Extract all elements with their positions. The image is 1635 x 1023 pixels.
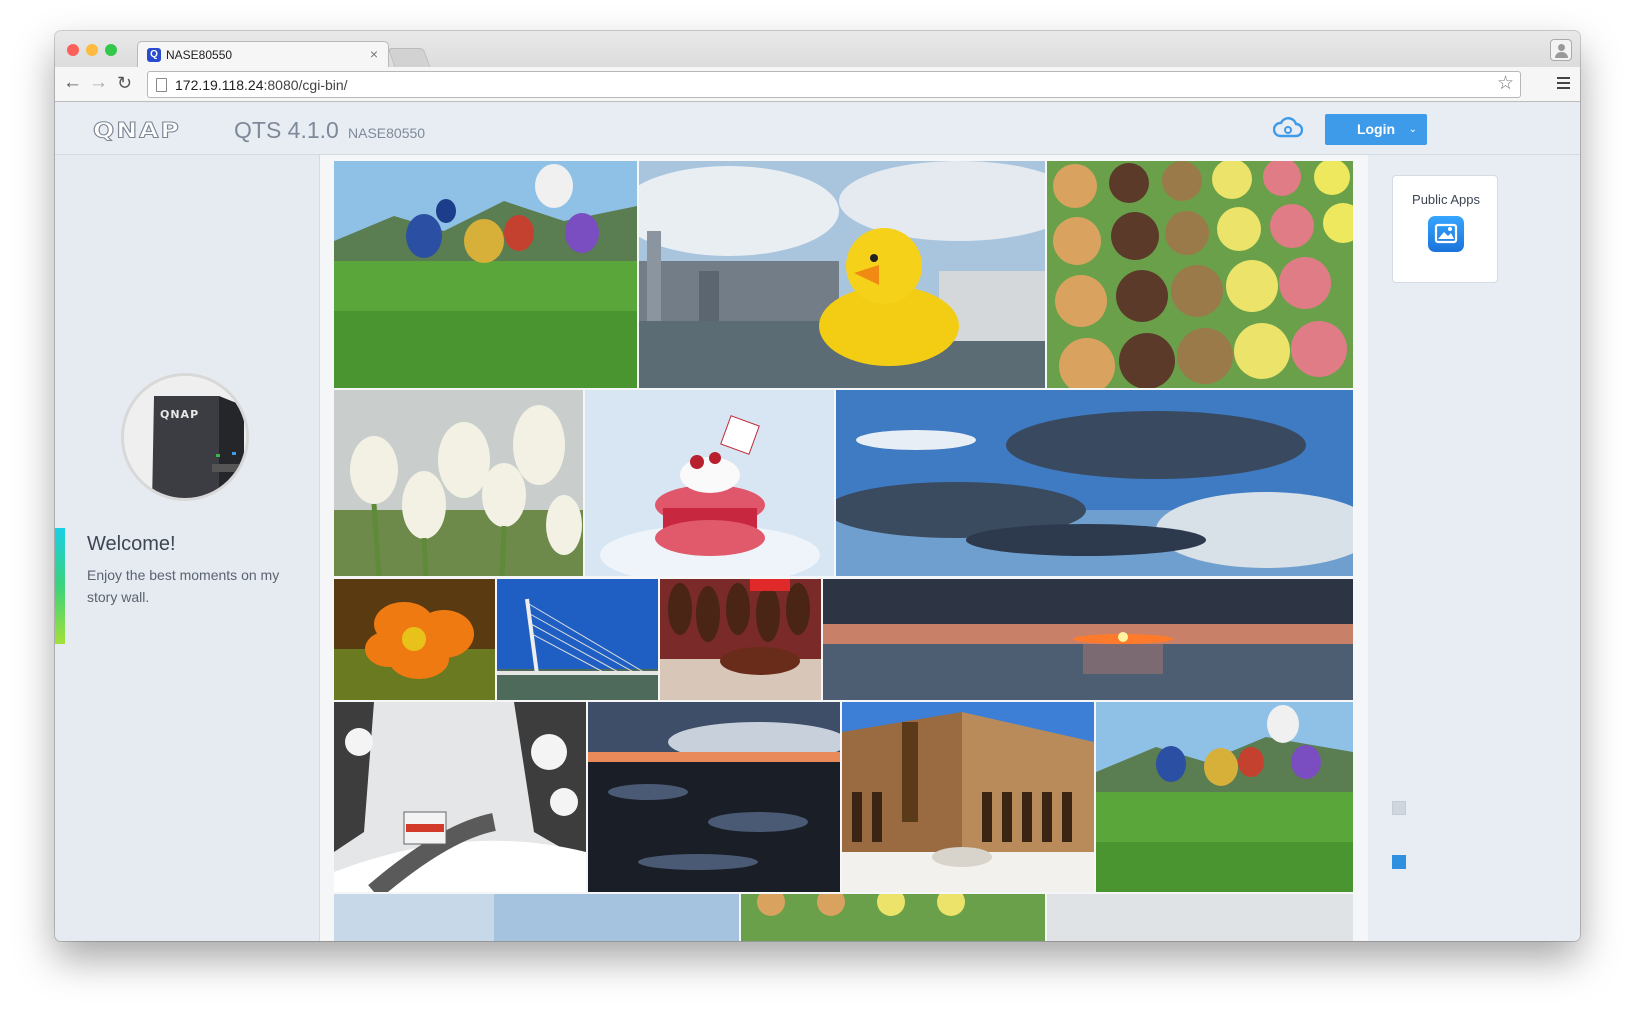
qnap-favicon-icon: Q [147, 48, 161, 62]
photo-ham-market[interactable] [660, 579, 821, 700]
welcome-sidebar: QNAP Welcome! Enjoy the best moments on … [55, 155, 320, 941]
photo-partial-row-1[interactable] [334, 894, 739, 941]
chevron-down-icon: ⌄ [1408, 124, 1417, 135]
photo-white-tulips[interactable] [334, 390, 583, 576]
close-window-icon[interactable] [67, 44, 79, 56]
url-host: 172.19.118.24 [175, 77, 264, 93]
nas-device-avatar: QNAP [121, 373, 249, 501]
right-panel: Public Apps [1368, 155, 1580, 941]
tab-title: NASE80550 [166, 48, 233, 62]
photo-orange-poppy[interactable] [334, 579, 495, 700]
welcome-title: Welcome! [87, 533, 176, 555]
os-version: QTS 4.1.0 [234, 117, 339, 143]
photo-partial-row-3[interactable] [1047, 894, 1353, 941]
tab-strip: Q NASE80550 × [55, 31, 1580, 68]
device-name: NASE80550 [348, 125, 426, 141]
device-logo: QNAP [160, 408, 200, 421]
scroll-down-button[interactable] [1392, 855, 1406, 869]
url-text: 172.19.118.24:8080/cgi-bin/ [175, 77, 348, 93]
public-apps-label: Public Apps [1412, 192, 1480, 207]
minimize-window-icon[interactable] [86, 44, 98, 56]
scroll-up-button[interactable] [1392, 801, 1406, 815]
login-label: Login [1356, 121, 1396, 137]
photo-hot-air-balloons-2[interactable] [1096, 702, 1353, 892]
address-bar[interactable]: 172.19.118.24:8080/cgi-bin/ ☆ [147, 71, 1521, 98]
url-path: :8080/cgi-bin/ [263, 77, 348, 93]
browser-menu-icon[interactable] [1557, 77, 1570, 89]
bookmark-star-icon[interactable]: ☆ [1497, 72, 1514, 95]
photo-macarons[interactable] [1047, 161, 1353, 388]
welcome-accent-bar [55, 528, 65, 644]
photo-station-icon[interactable] [1428, 216, 1464, 252]
app-header: QNAP QTS 4.1.0 NASE80550 Login ⌄ [55, 103, 1580, 155]
login-button[interactable]: Login ⌄ [1325, 114, 1427, 145]
browser-toolbar: ← → ↻ 172.19.118.24:8080/cgi-bin/ ☆ [55, 67, 1580, 102]
tab-close-icon[interactable]: × [370, 46, 378, 62]
photo-ocean-sunset[interactable] [823, 579, 1353, 700]
page-icon [156, 78, 167, 92]
photo-raspberry-macaron-dessert[interactable] [585, 390, 834, 576]
photo-wall [320, 155, 1368, 941]
browser-window: Q NASE80550 × ← → ↻ 172.19.118.24:8080/c… [55, 31, 1580, 941]
cloud-icon[interactable] [1272, 117, 1304, 144]
photo-rocky-shore-dusk[interactable] [588, 702, 840, 892]
qnap-logo: QNAP [92, 118, 181, 144]
new-tab-button[interactable] [387, 48, 431, 67]
photo-rubber-duck-harbour[interactable] [639, 161, 1045, 388]
forward-arrow-icon[interactable]: → [89, 72, 108, 94]
photo-alhambra-courtyard[interactable] [842, 702, 1094, 892]
welcome-text: Enjoy the best moments on my story wall. [87, 567, 280, 605]
reload-icon[interactable]: ↻ [117, 73, 132, 94]
photo-hot-air-balloons[interactable] [334, 161, 637, 388]
profile-icon[interactable] [1550, 39, 1572, 61]
back-arrow-icon[interactable]: ← [63, 72, 82, 94]
photo-cable-bridge[interactable] [497, 579, 658, 700]
public-apps-card: Public Apps [1392, 175, 1498, 283]
photo-partial-row-2[interactable] [741, 894, 1045, 941]
photo-cloudy-sky[interactable] [836, 390, 1353, 576]
photo-snowy-road-bus[interactable] [334, 702, 586, 892]
browser-tab[interactable]: Q NASE80550 × [137, 41, 389, 68]
maximize-window-icon[interactable] [105, 44, 117, 56]
